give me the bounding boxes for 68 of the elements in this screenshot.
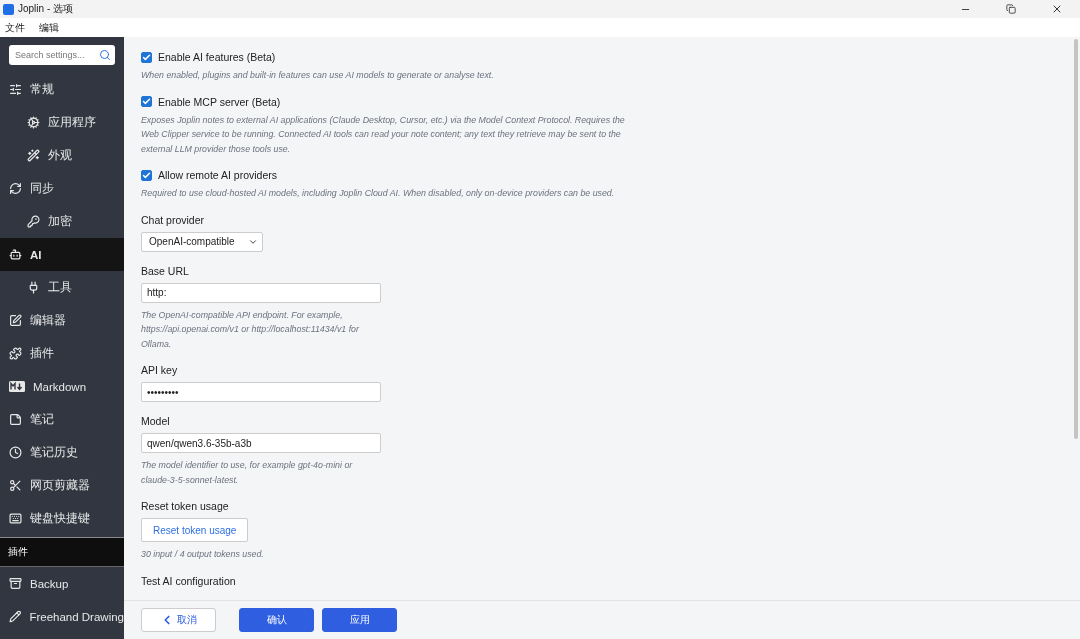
sidebar-item[interactable]: 编辑器: [0, 304, 124, 337]
setting-description: Required to use cloud-hosted AI models, including Joplin Cloud AI. When disabled, only on-device providers can be used.: [141, 187, 616, 200]
menu-item[interactable]: 文件: [5, 20, 25, 35]
key-icon: [27, 215, 40, 228]
sidebar-item[interactable]: 加密: [0, 205, 124, 238]
sidebar-item[interactable]: 网页剪藏器: [0, 469, 124, 502]
sidebar-item[interactable]: AI: [0, 238, 124, 271]
plug-icon: [27, 281, 40, 294]
footer-button[interactable]: 确认: [239, 608, 314, 632]
window-title: Joplin - 选项: [18, 2, 74, 16]
sidebar-item[interactable]: 键盘快捷键: [0, 502, 124, 535]
sidebar-item[interactable]: 常规: [0, 73, 124, 106]
checkbox[interactable]: [141, 51, 152, 63]
app-logo-icon: [3, 3, 14, 15]
edit-icon: [9, 314, 22, 327]
setting-label: Reset token usage: [141, 500, 230, 512]
setting-label: Enable AI features (Beta): [158, 51, 276, 63]
setting-description: Exposes Joplin notes to external AI applications (Claude Desktop, Cursor, etc.) via the Model Context Protocol. Requires the Web Clipper service to be running. Connected AI tools can read your note content; any text they retrieve may be sent to the external LLM provider those tools use.: [141, 113, 626, 156]
input-field[interactable]: qwen/qwen3.6-35b-a3b: [141, 433, 381, 453]
setting-label: Allow remote AI providers: [158, 169, 278, 181]
robot-icon: [9, 248, 22, 261]
scrollbar-thumb[interactable]: [1074, 39, 1078, 439]
footer-button[interactable]: 应用: [322, 608, 397, 632]
input-field[interactable]: http:: [141, 282, 381, 303]
menu-item[interactable]: 编辑: [39, 20, 59, 35]
sidebar-item[interactable]: Backup: [0, 567, 124, 600]
setting-description: When enabled, plugins and built-in features can use AI models to generate or analyse text.: [141, 69, 495, 82]
input-field[interactable]: •••••••••: [141, 382, 381, 402]
keyboard-icon: [9, 512, 22, 525]
sidebar-item[interactable]: 插件: [0, 337, 124, 370]
sidebar-item[interactable]: 笔记历史: [0, 436, 124, 469]
checkbox[interactable]: [141, 169, 152, 181]
clock-icon: [9, 446, 22, 459]
setting-label: Base URL: [141, 264, 190, 277]
setting-label: Model: [141, 415, 171, 427]
setting-label: Enable MCP server (Beta): [158, 95, 281, 108]
gear-icon: [27, 116, 40, 129]
note-icon: [9, 413, 22, 426]
close-icon[interactable]: [1051, 3, 1063, 15]
sidebar-item[interactable]: 同步: [0, 172, 124, 205]
markdown-icon: [9, 381, 25, 392]
provider-select[interactable]: OpenAI-compatible: [141, 231, 263, 252]
puzzle-icon: [9, 347, 22, 360]
sidebar-item[interactable]: Freehand Drawing: [0, 600, 124, 633]
search-icon: [99, 49, 111, 61]
sidebar-item[interactable]: Markdown: [0, 370, 124, 403]
checkbox[interactable]: [141, 96, 152, 107]
archive-icon: [9, 577, 22, 590]
search-field[interactable]: Search settings...: [9, 45, 115, 65]
cancel-button[interactable]: 取消: [141, 608, 216, 632]
scissors-icon: [9, 479, 22, 492]
sliders-icon: [9, 83, 22, 96]
setting-description: 30 input / 4 output tokens used.: [141, 548, 265, 561]
sidebar-item[interactable]: 工具: [0, 271, 124, 304]
pencil-icon: [9, 610, 22, 623]
wand-icon: [27, 149, 40, 162]
sidebar-item[interactable]: 应用程序: [0, 106, 124, 139]
sidebar-item[interactable]: 外观: [0, 139, 124, 172]
setting-description: The OpenAI-compatible API endpoint. For example, https://api.openai.com/v1 or http://localhost:11434/v1 for Ollama.: [141, 308, 360, 351]
setting-description: The model identifier to use, for example gpt-4o-mini or claude-3-5-sonnet-latest.: [141, 459, 354, 487]
refresh-icon: [9, 182, 22, 195]
restore-icon[interactable]: [1006, 4, 1016, 14]
setting-label: API key: [141, 364, 179, 376]
setting-label: Test AI configuration: [141, 574, 237, 587]
section-header: 插件: [0, 537, 124, 567]
setting-label: Chat provider: [141, 213, 206, 226]
reset-button[interactable]: Reset token usage: [141, 518, 249, 542]
sidebar-item[interactable]: 笔记: [0, 403, 124, 436]
